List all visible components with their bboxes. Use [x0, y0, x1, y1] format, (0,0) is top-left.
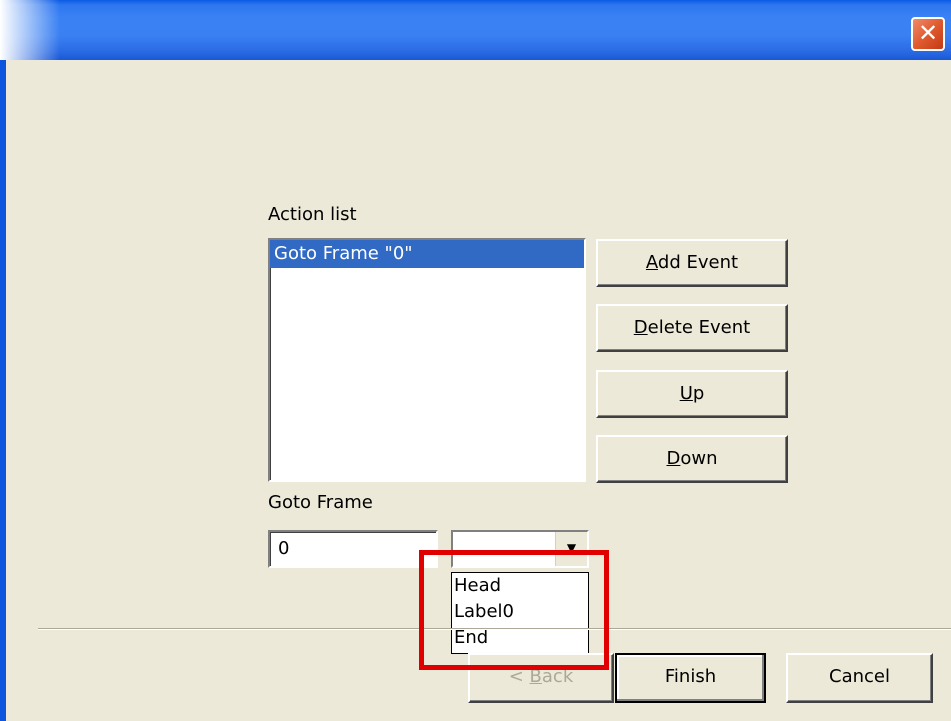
back-button[interactable]: < Back	[468, 653, 614, 703]
list-item[interactable]: Goto Frame "0"	[270, 240, 584, 268]
delete-event-button[interactable]: Delete Event	[596, 304, 788, 352]
cancel-button[interactable]: Cancel	[786, 653, 933, 703]
title-bar: ✕	[0, 0, 951, 60]
close-icon: ✕	[917, 19, 939, 47]
frame-number-input[interactable]: 0	[268, 530, 438, 568]
close-button[interactable]: ✕	[911, 17, 945, 51]
down-button[interactable]: Down	[596, 435, 788, 483]
dropdown-option-label0[interactable]: Label0	[452, 599, 588, 625]
window-border	[0, 60, 6, 721]
action-listbox[interactable]: Goto Frame "0"	[268, 238, 586, 482]
footer-separator	[38, 628, 951, 630]
up-button[interactable]: Up	[596, 370, 788, 418]
frame-label-dropdown: Head Label0 End	[451, 572, 589, 654]
action-list-label: Action list	[268, 204, 357, 225]
frame-label-combo[interactable]: ▼	[451, 530, 589, 568]
add-event-button[interactable]: Add Event	[596, 239, 788, 287]
title-bar-fade	[0, 0, 60, 60]
goto-frame-label: Goto Frame	[268, 492, 373, 513]
finish-button[interactable]: Finish	[615, 653, 766, 703]
chevron-down-icon[interactable]: ▼	[555, 532, 587, 566]
dropdown-option-head[interactable]: Head	[452, 573, 588, 599]
